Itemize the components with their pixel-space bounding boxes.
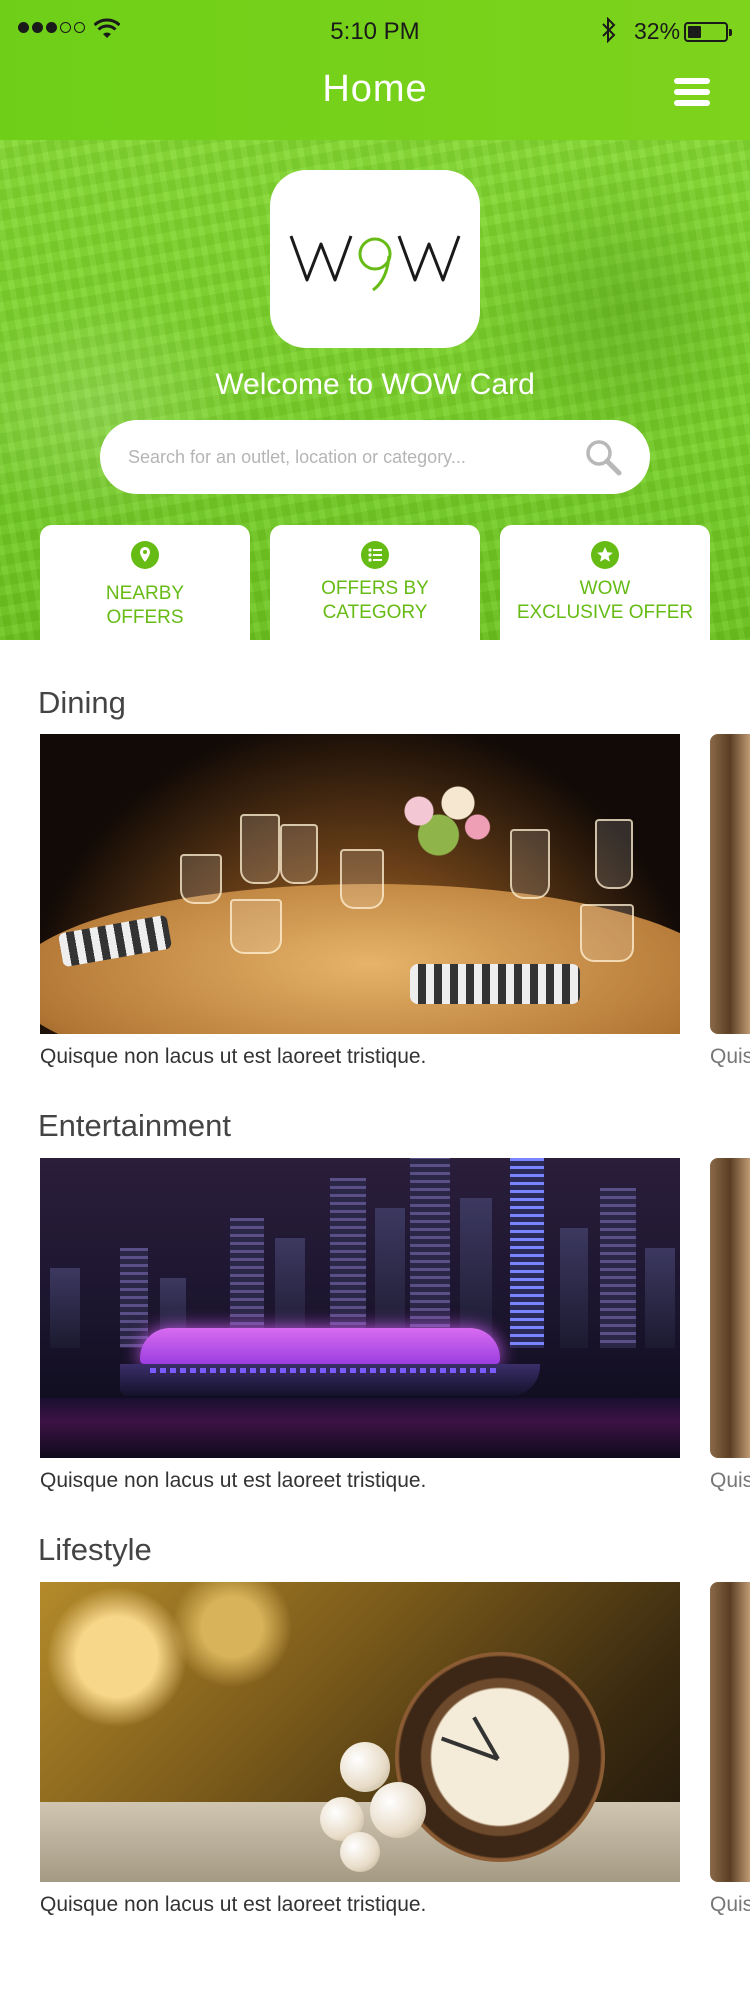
wow-exclusive-label-line2: EXCLUSIVE OFFER (516, 602, 694, 623)
lifestyle-next-caption: Quis (710, 1893, 750, 1916)
lifestyle-card-image[interactable] (40, 1582, 680, 1882)
list-icon (361, 541, 389, 569)
offers-by-category-label-line1: OFFERS BY (321, 578, 429, 599)
bluetooth-icon (602, 17, 616, 43)
nearby-offers-button[interactable]: NEARBY OFFERS (40, 525, 250, 640)
star-icon (591, 541, 619, 569)
battery-icon (684, 22, 732, 42)
dining-next-caption: Quis (710, 1045, 750, 1068)
status-bar: 5:10 PM 32% (0, 0, 750, 66)
top-bar: 5:10 PM 32% Home (0, 0, 750, 140)
dining-card-caption: Quisque non lacus ut est laoreet tristiq… (40, 1045, 427, 1068)
battery-percentage: 32% (634, 18, 681, 44)
section-title-lifestyle: Lifestyle (38, 1532, 152, 1567)
search-bar (100, 420, 650, 494)
dining-card-image[interactable] (40, 734, 680, 1034)
wow-logo (270, 170, 480, 348)
offers-by-category-button[interactable]: OFFERS BY CATEGORY (270, 525, 480, 640)
page-title: Home (322, 68, 428, 110)
nearby-offers-label-line2: OFFERS (106, 607, 184, 628)
hamburger-menu-icon[interactable] (674, 78, 710, 108)
entertainment-card-image[interactable] (40, 1158, 680, 1458)
wow-exclusive-offer-button[interactable]: WOW EXCLUSIVE OFFER (500, 525, 710, 640)
nearby-offers-label-line1: NEARBY (105, 583, 185, 604)
entertainment-card-caption: Quisque non lacus ut est laoreet tristiq… (40, 1469, 427, 1492)
search-icon[interactable] (584, 438, 622, 476)
lifestyle-card-caption: Quisque non lacus ut est laoreet tristiq… (40, 1893, 427, 1916)
offers-by-category-label-line2: CATEGORY (322, 602, 428, 623)
location-pin-icon (131, 541, 159, 569)
lifestyle-next-card-peek[interactable] (710, 1582, 750, 1882)
wow-logo-mark (289, 235, 461, 292)
section-title-dining: Dining (38, 685, 126, 720)
search-input[interactable] (128, 438, 568, 476)
entertainment-next-caption: Quis (710, 1469, 750, 1492)
dining-next-card-peek[interactable] (710, 734, 750, 1034)
section-title-entertainment: Entertainment (38, 1108, 231, 1143)
welcome-heading: Welcome to WOW Card (215, 368, 535, 401)
entertainment-next-card-peek[interactable] (710, 1158, 750, 1458)
wow-exclusive-label-line1: WOW (579, 578, 631, 599)
